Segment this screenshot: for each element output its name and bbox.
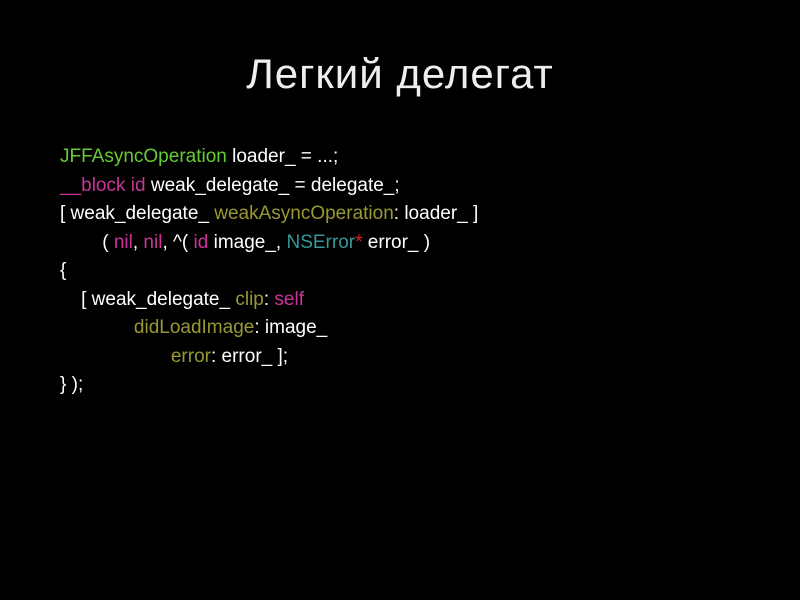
line-7: didLoadImage: image_	[60, 317, 327, 338]
line-2: __block id weak_delegate_ = delegate_;	[60, 175, 400, 196]
code-text	[60, 317, 134, 338]
keyword-block: __block	[60, 175, 126, 196]
line-1: JFFAsyncOperation loader_ = ...;	[60, 146, 338, 167]
code-text: ,	[133, 232, 144, 253]
line-4: ( nil, nil, ^( id image_, NSError* error…	[60, 232, 430, 253]
line-8: error: error_ ];	[60, 346, 288, 367]
method-name: didLoadImage	[134, 317, 254, 338]
class-name: NSError	[286, 232, 355, 253]
code-text: [ weak_delegate_	[60, 289, 235, 310]
code-text: (	[60, 232, 114, 253]
code-text: weak_delegate_ = delegate_;	[146, 175, 400, 196]
keyword-nil: nil	[143, 232, 162, 253]
keyword-id: id	[194, 232, 209, 253]
slide-container: Легкий делегат JFFAsyncOperation loader_…	[0, 0, 800, 600]
line-3: [ weak_delegate_ weakAsyncOperation: loa…	[60, 203, 478, 224]
code-text: , ^(	[162, 232, 193, 253]
code-text	[60, 346, 171, 367]
line-5: {	[60, 260, 66, 281]
code-text: [ weak_delegate_	[60, 203, 214, 224]
type-name: JFFAsyncOperation	[60, 146, 227, 167]
code-text: : loader_ ]	[394, 203, 479, 224]
slide-title: Легкий делегат	[60, 50, 740, 98]
method-name: clip	[235, 289, 264, 310]
code-text: error_ )	[363, 232, 431, 253]
code-text: : error_ ];	[211, 346, 288, 367]
pointer-star: *	[355, 232, 362, 253]
code-text: : image_	[254, 317, 327, 338]
code-text: loader_ = ...;	[227, 146, 338, 167]
keyword-id: id	[131, 175, 146, 196]
keyword-self: self	[274, 289, 304, 310]
line-9: } );	[60, 374, 83, 395]
code-block: JFFAsyncOperation loader_ = ...; __block…	[60, 143, 740, 400]
method-name: error	[171, 346, 211, 367]
keyword-nil: nil	[114, 232, 133, 253]
code-text: image_,	[208, 232, 286, 253]
code-text: :	[264, 289, 275, 310]
method-name: weakAsyncOperation	[214, 203, 394, 224]
line-6: [ weak_delegate_ clip: self	[60, 289, 304, 310]
